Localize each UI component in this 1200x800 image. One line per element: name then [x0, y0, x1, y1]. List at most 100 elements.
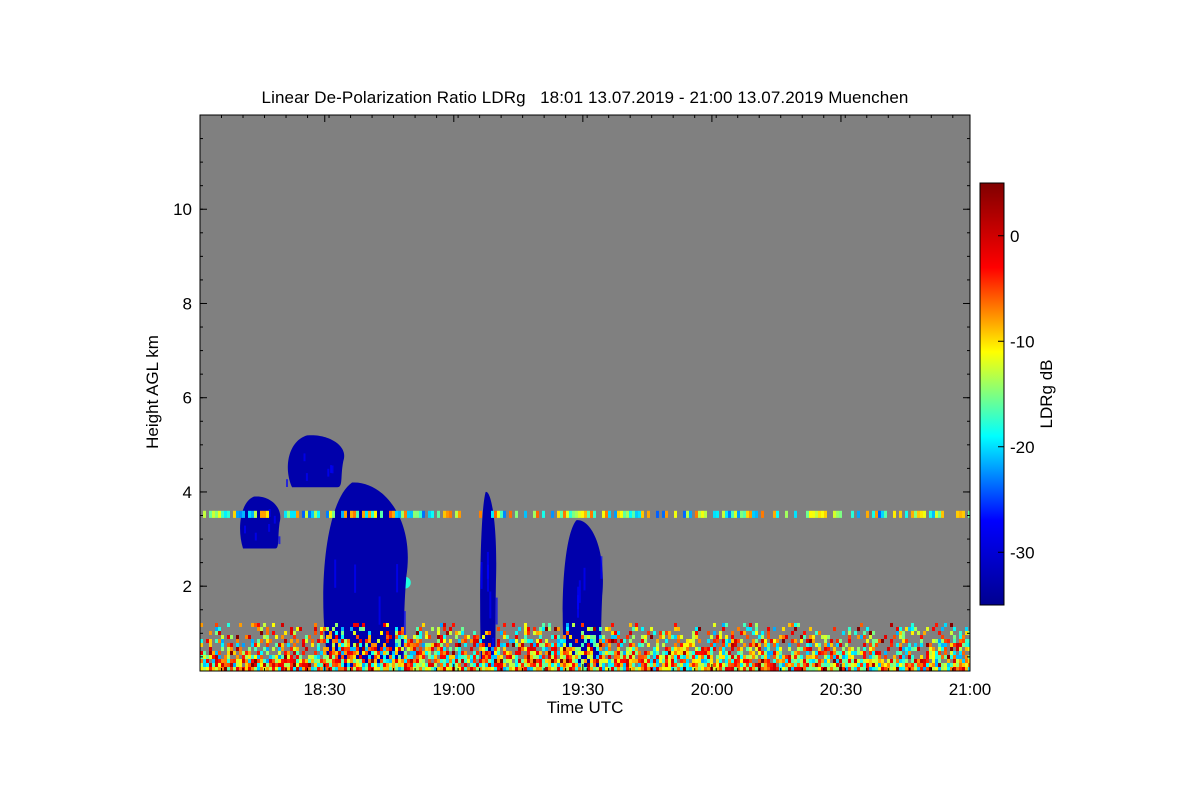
speckle: [839, 659, 842, 663]
speckle: [419, 659, 422, 663]
speckle: [809, 655, 812, 659]
speckle: [278, 651, 281, 655]
speckle: [809, 635, 812, 639]
speckle: [287, 655, 290, 659]
speckle: [929, 647, 932, 651]
speckle: [716, 659, 719, 663]
speckle: [728, 659, 731, 663]
speckle: [956, 667, 959, 671]
feature-streak: [480, 562, 483, 589]
speckle: [701, 647, 704, 651]
speckle: [404, 635, 407, 639]
speckle: [323, 655, 326, 659]
speckle: [884, 667, 887, 671]
speckle: [686, 663, 689, 667]
speckle: [500, 663, 503, 667]
speckle: [374, 663, 377, 667]
speckle: [302, 643, 305, 647]
speckle: [935, 623, 938, 627]
speckle: [386, 647, 389, 651]
speckle: [356, 663, 359, 667]
speckle: [221, 659, 224, 663]
speckle: [596, 659, 599, 663]
speckle: [716, 639, 719, 643]
speckle: [410, 510, 413, 518]
speckle: [479, 663, 482, 667]
speckle: [353, 659, 356, 663]
speckle: [881, 667, 884, 671]
speckle: [392, 663, 395, 667]
speckle: [764, 663, 767, 667]
feature-streak: [396, 564, 399, 593]
speckle: [419, 627, 422, 631]
speckle: [680, 647, 683, 651]
speckle: [524, 647, 527, 651]
speckle: [392, 651, 395, 655]
speckle: [296, 651, 299, 655]
speckle: [929, 663, 932, 667]
speckle: [554, 655, 557, 659]
speckle: [830, 667, 833, 671]
speckle: [314, 510, 317, 518]
speckle: [794, 623, 797, 627]
speckle: [284, 651, 287, 655]
speckle: [842, 663, 845, 667]
speckle: [350, 651, 353, 655]
speckle: [875, 663, 878, 667]
speckle: [923, 663, 926, 667]
speckle: [395, 631, 398, 635]
speckle: [719, 663, 722, 667]
speckle: [776, 639, 779, 643]
speckle: [734, 663, 737, 667]
speckle: [692, 659, 695, 663]
speckle: [740, 639, 743, 643]
speckle: [524, 659, 527, 663]
speckle: [458, 655, 461, 659]
speckle: [578, 651, 581, 655]
feature-streak: [495, 597, 498, 625]
speckle: [410, 659, 413, 663]
speckle: [407, 639, 410, 643]
speckle: [710, 647, 713, 651]
speckle: [743, 623, 746, 627]
speckle: [896, 667, 899, 671]
speckle: [857, 651, 860, 655]
speckle: [869, 631, 872, 635]
speckle: [239, 647, 242, 651]
speckle: [422, 667, 425, 671]
speckle: [593, 510, 596, 518]
speckle: [713, 647, 716, 651]
speckle: [218, 631, 221, 635]
speckle: [536, 643, 539, 647]
speckle: [476, 635, 479, 639]
speckle: [899, 510, 902, 518]
speckle: [839, 651, 842, 655]
speckle: [686, 651, 689, 655]
speckle: [884, 510, 887, 518]
speckle: [218, 510, 221, 518]
speckle: [620, 663, 623, 667]
speckle: [365, 510, 368, 518]
speckle: [377, 667, 380, 671]
speckle: [500, 510, 503, 518]
speckle: [242, 655, 245, 659]
speckle: [398, 639, 401, 643]
speckle: [320, 639, 323, 643]
speckle: [935, 663, 938, 667]
speckle: [878, 651, 881, 655]
speckle: [833, 667, 836, 671]
speckle: [788, 659, 791, 663]
speckle: [326, 639, 329, 643]
speckle: [287, 659, 290, 663]
speckle: [320, 627, 323, 631]
speckle: [386, 623, 389, 627]
speckle: [908, 643, 911, 647]
speckle: [749, 647, 752, 651]
speckle: [452, 651, 455, 655]
speckle: [554, 659, 557, 663]
speckle: [728, 651, 731, 655]
speckle: [800, 655, 803, 659]
speckle: [425, 647, 428, 651]
speckle: [668, 651, 671, 655]
speckle: [668, 647, 671, 651]
